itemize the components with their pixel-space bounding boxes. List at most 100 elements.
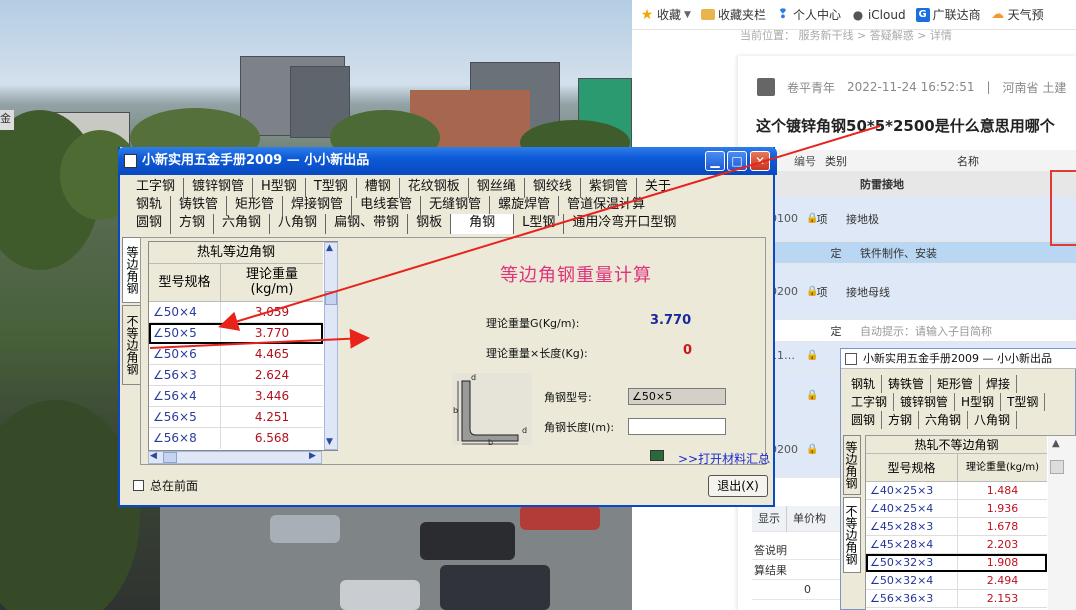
angle-steel-grid: 热轧等边角钢 型号规格 理论重量 (kg/m) ∠50×4 3.059 ∠50×5…: [148, 241, 338, 451]
scroll-left-icon[interactable]: ◀: [150, 451, 157, 461]
table-row[interactable]: ∠45×28×4 2.203: [866, 536, 1047, 554]
tab-l-steel[interactable]: L型钢: [514, 214, 565, 234]
tab-spiral-pipe[interactable]: 螺旋焊管: [490, 196, 560, 216]
tab-seamless-pipe[interactable]: 无缝钢管: [421, 196, 491, 216]
tab-hex-bar[interactable]: 六角钢: [214, 214, 271, 234]
dialog-titlebar[interactable]: 小新实用五金手册2009 — 小小新出品 ▁ □ ✕: [118, 147, 777, 175]
bookmark-folder[interactable]: 收藏夹栏: [700, 6, 766, 23]
scroll-thumb[interactable]: [163, 452, 177, 463]
dialog-title: 小新实用五金手册2009 — 小小新出品: [142, 153, 370, 168]
post-meta: 卷平青年 2022-11-24 16:52:51 | 河南省 土建: [757, 78, 1066, 96]
tab-row-1: 工字钢 镀锌钢管 H型钢 T型钢 槽钢 花纹钢板 钢丝绳 钢绞线 紫铜管 关于: [128, 178, 768, 198]
app-icon: [845, 353, 857, 365]
tab-round-bar[interactable]: 圆钢: [128, 214, 172, 234]
mini-tab[interactable]: 圆钢: [845, 411, 883, 429]
mini-tab[interactable]: 工字钢: [845, 393, 895, 411]
bookmark-glodon[interactable]: G 广联达商: [915, 6, 981, 23]
table-row[interactable]: 900100 🔒 项 接地极: [752, 196, 1076, 242]
bookmark-personal-center[interactable]: ❢ 个人中心: [776, 6, 841, 23]
maximize-button[interactable]: □: [727, 151, 747, 171]
table-row[interactable]: ∠50×4 3.059: [149, 302, 323, 323]
table-row[interactable]: ∠40×25×3 1.484: [866, 482, 1047, 500]
row-type: 项: [816, 212, 828, 226]
vtab-equal-angle[interactable]: 等边角钢: [122, 237, 142, 303]
scroll-right-icon[interactable]: ▶: [309, 451, 316, 461]
exit-button[interactable]: 退出(X): [708, 475, 768, 497]
mini-tab[interactable]: 矩形管: [931, 375, 981, 393]
scroll-thumb[interactable]: [1050, 460, 1064, 474]
tab-copper-pipe[interactable]: 紫铜管: [581, 178, 637, 198]
mini-tab[interactable]: 焊接: [980, 375, 1018, 393]
scroll-thumb[interactable]: [325, 291, 337, 305]
vtab-unequal-angle[interactable]: 不等边角钢: [122, 305, 142, 385]
tab-insulation-calc[interactable]: 管道保温计算: [559, 196, 653, 216]
tab-rail[interactable]: 钢轨: [128, 196, 172, 216]
tab-unit-price[interactable]: 单价构: [787, 506, 832, 532]
tab-steel-plate[interactable]: 钢板: [408, 214, 452, 234]
open-summary-link[interactable]: >>打开材料汇总: [678, 450, 770, 467]
table-row-selected[interactable]: ∠50×32×3 1.908: [866, 554, 1047, 572]
table-row[interactable]: ∠40×25×4 1.936: [866, 500, 1047, 518]
table-row[interactable]: 900200 🔒 项 接地母线: [752, 264, 1076, 320]
tab-flat-strip[interactable]: 扁钢、带钢: [326, 214, 409, 234]
mini-tab[interactable]: 钢轨: [845, 375, 883, 393]
table-row[interactable]: ∠56×36×3 2.153: [866, 590, 1047, 608]
tab-i-beam[interactable]: 工字钢: [128, 178, 185, 198]
grid-vscrollbar[interactable]: ▲ ▼: [324, 242, 338, 450]
table-row[interactable]: ∠56×3 2.624: [149, 365, 323, 386]
mini-tab[interactable]: 六角钢: [919, 411, 969, 429]
table-row[interactable]: ∠50×32×4 2.494: [866, 572, 1047, 590]
tab-display[interactable]: 显示: [752, 505, 787, 532]
bookmark-favorites[interactable]: ★ 收藏 ▼: [640, 6, 691, 23]
mini-tab[interactable]: 铸铁管: [882, 375, 932, 393]
tab-rectangular-pipe[interactable]: 矩形管: [227, 196, 284, 216]
tab-checker-plate[interactable]: 花纹钢板: [400, 178, 469, 198]
tab-square-bar[interactable]: 方钢: [171, 214, 215, 234]
row-name: 接地母线: [846, 285, 890, 299]
tab-conduit[interactable]: 电线套管: [352, 196, 422, 216]
tab-cold-bent[interactable]: 通用冷弯开口型钢: [564, 214, 684, 234]
post-author[interactable]: 卷平青年: [787, 79, 835, 96]
close-button[interactable]: ✕: [750, 151, 770, 171]
mini-vtab-equal[interactable]: 等边角钢: [843, 435, 861, 495]
summary-icon[interactable]: [650, 450, 664, 461]
tab-welded-pipe[interactable]: 焊接钢管: [283, 196, 353, 216]
table-row[interactable]: ∠45×28×3 1.678: [866, 518, 1047, 536]
scroll-up-icon[interactable]: ▲: [1052, 438, 1060, 449]
tab-about[interactable]: 关于: [637, 178, 679, 198]
scroll-up-icon[interactable]: ▲: [326, 243, 333, 253]
mini-tab[interactable]: T型钢: [1001, 393, 1046, 411]
table-row[interactable]: 69 定 铁件制作、安装: [752, 242, 1076, 264]
table-row[interactable]: ∠56×8 6.568: [149, 428, 323, 449]
length-input[interactable]: [628, 418, 726, 435]
mini-tab[interactable]: 方钢: [882, 411, 920, 429]
mini-tab[interactable]: 镀锌钢管: [894, 393, 956, 411]
always-on-top-checkbox[interactable]: [133, 480, 144, 491]
tab-h-beam[interactable]: H型钢: [253, 178, 306, 198]
model-field[interactable]: ∠50×5: [628, 388, 726, 405]
tab-strand[interactable]: 钢绞线: [525, 178, 581, 198]
grid-hscrollbar[interactable]: ◀ ▶: [148, 451, 322, 464]
mini-vtab-unequal[interactable]: 不等边角钢: [843, 497, 861, 573]
tab-angle-steel[interactable]: 角钢: [451, 214, 515, 234]
table-row[interactable]: ∠56×4 3.446: [149, 386, 323, 407]
table-row[interactable]: 防雷接地: [752, 172, 1076, 196]
bookmark-weather[interactable]: ☁ 天气预: [991, 6, 1044, 23]
table-row[interactable]: ∠56×5 4.251: [149, 407, 323, 428]
tab-channel[interactable]: 槽钢: [357, 178, 400, 198]
mini-tab[interactable]: 八角钢: [968, 411, 1018, 429]
mini-scrollbar[interactable]: ▲: [1048, 436, 1076, 610]
table-row[interactable]: 定 自动提示：请输入子目简称: [752, 320, 1076, 342]
tab-octagon-bar[interactable]: 八角钢: [270, 214, 327, 234]
table-row-selected[interactable]: ∠50×5 3.770: [149, 323, 323, 344]
tab-galvanized-pipe[interactable]: 镀锌钢管: [184, 178, 254, 198]
scroll-down-icon[interactable]: ▼: [326, 437, 333, 447]
minimize-button[interactable]: ▁: [705, 151, 725, 171]
mini-tab[interactable]: H型钢: [955, 393, 1002, 411]
row-weight: 1.936: [986, 502, 1019, 515]
tab-cast-iron-pipe[interactable]: 铸铁管: [171, 196, 228, 216]
tab-t-beam[interactable]: T型钢: [306, 178, 357, 198]
bookmark-icloud[interactable]: ● iCloud: [851, 8, 906, 22]
table-row[interactable]: ∠50×6 4.465: [149, 344, 323, 365]
tab-wire-rope[interactable]: 钢丝绳: [469, 178, 525, 198]
